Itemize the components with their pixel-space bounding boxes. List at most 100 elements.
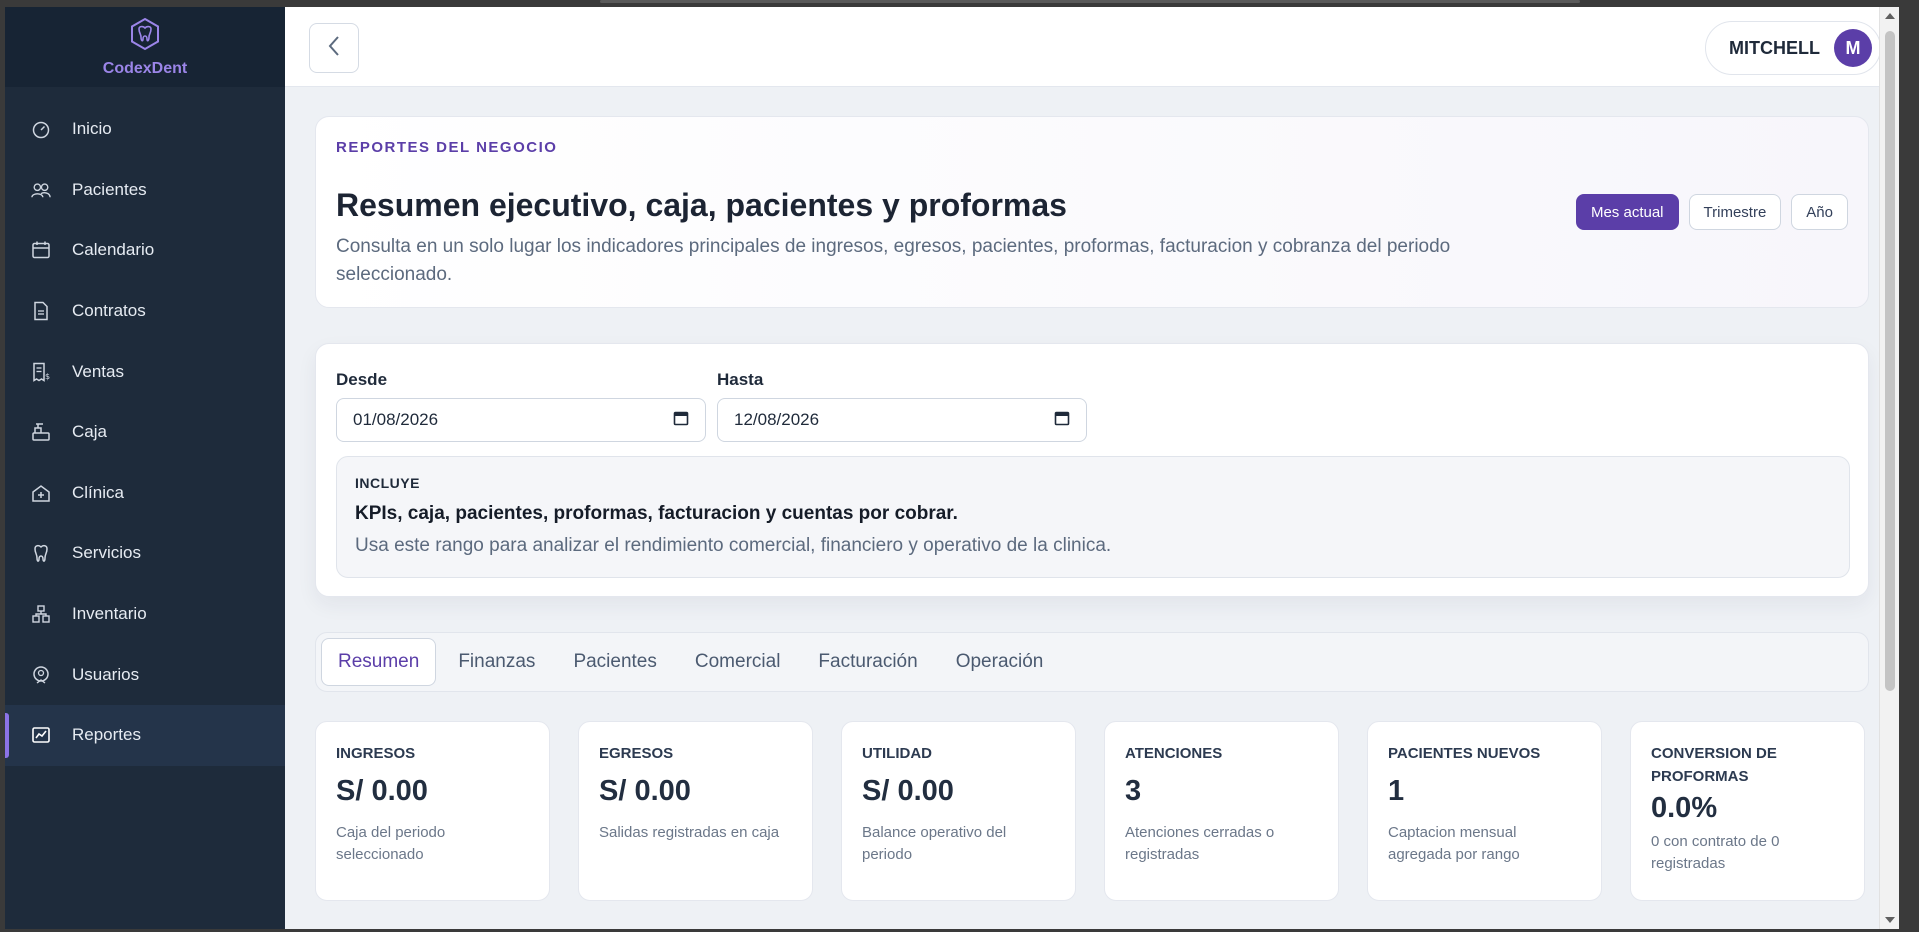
sidebar-item-inventario[interactable]: Inventario <box>5 584 285 645</box>
tooth-logo-icon <box>128 17 162 56</box>
sidebar-item-label: Servicios <box>72 543 141 563</box>
tab-operacion[interactable]: Operación <box>940 638 1060 686</box>
sidebar-item-contratos[interactable]: Contratos <box>5 281 285 342</box>
scroll-thumb[interactable] <box>1885 31 1895 691</box>
hero-panel: REPORTES DEL NEGOCIO Resumen ejecutivo, … <box>315 116 1869 308</box>
scroll-down-arrow[interactable] <box>1885 917 1895 923</box>
from-label: Desde <box>336 370 388 389</box>
sidebar-item-label: Pacientes <box>72 179 147 199</box>
period-year-button[interactable]: Año <box>1791 194 1848 230</box>
boxes-icon <box>31 604 51 624</box>
kpi-note: Atenciones cerradas o registradas <box>1125 824 1275 863</box>
chart-icon <box>31 725 51 745</box>
tab-comercial[interactable]: Comercial <box>679 638 797 686</box>
cash-register-icon <box>31 422 51 442</box>
kpi-note: Balance operativo del periodo <box>862 824 1007 863</box>
brand[interactable]: CodexDent <box>5 7 285 87</box>
app-window: CodexDent Inicio Pacientes Calendario Co… <box>5 7 1899 929</box>
kpi-card-atenciones: ATENCIONES 3 Atenciones cerradas o regis… <box>1104 721 1339 901</box>
user-name: MITCHELL <box>1729 37 1820 58</box>
kpi-note: Caja del periodo seleccionado <box>336 824 446 863</box>
kpi-title: INGRESOS <box>336 745 416 762</box>
sidebar-item-label: Contratos <box>72 301 146 321</box>
period-quarter-button[interactable]: Trimestre <box>1688 194 1782 230</box>
includes-label: INCLUYE <box>355 475 420 491</box>
kpi-title: CONVERSION DE PROFORMAS <box>1651 745 1777 785</box>
sidebar-item-label: Calendario <box>72 240 155 260</box>
sidebar-item-clinica[interactable]: Clínica <box>5 463 285 524</box>
to-label: Hasta <box>717 370 764 389</box>
kpi-card-ingresos: INGRESOS S/ 0.00 Caja del periodo selecc… <box>315 721 550 901</box>
users-icon <box>31 180 51 200</box>
includes-panel: INCLUYE KPIs, caja, pacientes, proformas… <box>336 456 1850 578</box>
kpi-card-conversion: CONVERSION DE PROFORMAS 0.0% 0 con contr… <box>1630 721 1865 901</box>
from-date-input[interactable]: 01/08/2026 <box>336 398 706 442</box>
kpi-card-egresos: EGRESOS S/ 0.00 Salidas registradas en c… <box>578 721 813 901</box>
page-eyebrow: REPORTES DEL NEGOCIO <box>336 139 558 156</box>
kpi-title: PACIENTES NUEVOS <box>1388 745 1541 762</box>
kpi-title: EGRESOS <box>599 745 674 762</box>
avatar: M <box>1834 29 1872 67</box>
svg-text:$: $ <box>45 372 50 381</box>
tab-finanzas[interactable]: Finanzas <box>442 638 551 686</box>
page-scrollbar[interactable] <box>1879 7 1899 929</box>
kpi-value: 1 <box>1388 775 1405 807</box>
user-menu[interactable]: MITCHELL M <box>1705 21 1881 75</box>
to-date-input[interactable]: 12/08/2026 <box>717 398 1087 442</box>
sidebar-item-caja[interactable]: Caja <box>5 402 285 463</box>
scroll-up-arrow[interactable] <box>1885 13 1895 19</box>
calendar-picker-icon[interactable] <box>1054 410 1070 431</box>
sidebar-item-label: Caja <box>72 422 107 442</box>
kpi-value: S/ 0.00 <box>599 775 691 807</box>
browser-top-strip <box>0 0 1919 7</box>
report-tabs: Resumen Finanzas Pacientes Comercial Fac… <box>315 632 1869 692</box>
calendar-icon <box>31 240 51 260</box>
period-month-button[interactable]: Mes actual <box>1575 194 1679 230</box>
kpi-card-utilidad: UTILIDAD S/ 0.00 Balance operativo del p… <box>841 721 1076 901</box>
user-shield-icon <box>31 665 51 685</box>
includes-description: Usa este rango para analizar el rendimie… <box>355 535 1112 556</box>
sidebar-item-usuarios[interactable]: Usuarios <box>5 644 285 705</box>
tab-pacientes[interactable]: Pacientes <box>557 638 672 686</box>
kpi-note: Captacion mensual agregada por rango <box>1388 824 1520 863</box>
sidebar-item-label: Reportes <box>72 725 141 745</box>
sidebar-item-calendario[interactable]: Calendario <box>5 220 285 281</box>
dashboard-icon <box>31 119 51 139</box>
kpi-title: ATENCIONES <box>1125 745 1223 762</box>
sidebar-item-label: Ventas <box>72 361 124 381</box>
document-icon <box>31 301 51 321</box>
kpi-note: Salidas registradas en caja <box>599 824 780 841</box>
sidebar-item-label: Usuarios <box>72 664 140 684</box>
receipt-icon: $ <box>31 362 51 382</box>
kpi-value: S/ 0.00 <box>336 775 428 807</box>
kpi-value: 3 <box>1125 775 1142 807</box>
date-filters: Desde 01/08/2026 Hasta 12/08/2026 INCLUY… <box>315 343 1869 597</box>
tab-resumen[interactable]: Resumen <box>321 638 437 686</box>
sidebar-item-reportes[interactable]: Reportes <box>5 704 285 766</box>
sidebar-item-ventas[interactable]: $ Ventas <box>5 341 285 402</box>
sidebar-item-servicios[interactable]: Servicios <box>5 523 285 584</box>
kpi-card-pacientes-nuevos: PACIENTES NUEVOS 1 Captacion mensual agr… <box>1367 721 1602 901</box>
clinic-icon <box>31 483 51 503</box>
top-header: MITCHELL M <box>285 7 1899 87</box>
tab-facturacion[interactable]: Facturación <box>802 638 933 686</box>
sidebar-item-inicio[interactable]: Inicio <box>5 99 285 160</box>
main-content: REPORTES DEL NEGOCIO Resumen ejecutivo, … <box>285 87 1899 929</box>
chevron-left-icon <box>327 35 341 62</box>
page-description: Consulta en un solo lugar los indicadore… <box>336 236 1451 285</box>
sidebar-item-label: Inicio <box>72 119 112 139</box>
sidebar: CodexDent Inicio Pacientes Calendario Co… <box>5 7 285 929</box>
brand-name: CodexDent <box>102 59 188 77</box>
sidebar-item-label: Inventario <box>72 604 147 624</box>
from-date-value: 01/08/2026 <box>353 410 439 429</box>
sidebar-item-label: Clínica <box>72 482 124 502</box>
back-button[interactable] <box>309 23 359 73</box>
page-title: Resumen ejecutivo, caja, pacientes y pro… <box>336 187 1067 223</box>
sidebar-item-pacientes[interactable]: Pacientes <box>5 160 285 221</box>
includes-title: KPIs, caja, pacientes, proformas, factur… <box>355 503 958 524</box>
kpi-note: 0 con contrato de 0 registradas <box>1651 833 1780 872</box>
kpi-cards: INGRESOS S/ 0.00 Caja del periodo selecc… <box>315 721 1869 901</box>
calendar-picker-icon[interactable] <box>673 410 689 431</box>
kpi-title: UTILIDAD <box>862 745 932 762</box>
to-date-value: 12/08/2026 <box>734 410 820 429</box>
